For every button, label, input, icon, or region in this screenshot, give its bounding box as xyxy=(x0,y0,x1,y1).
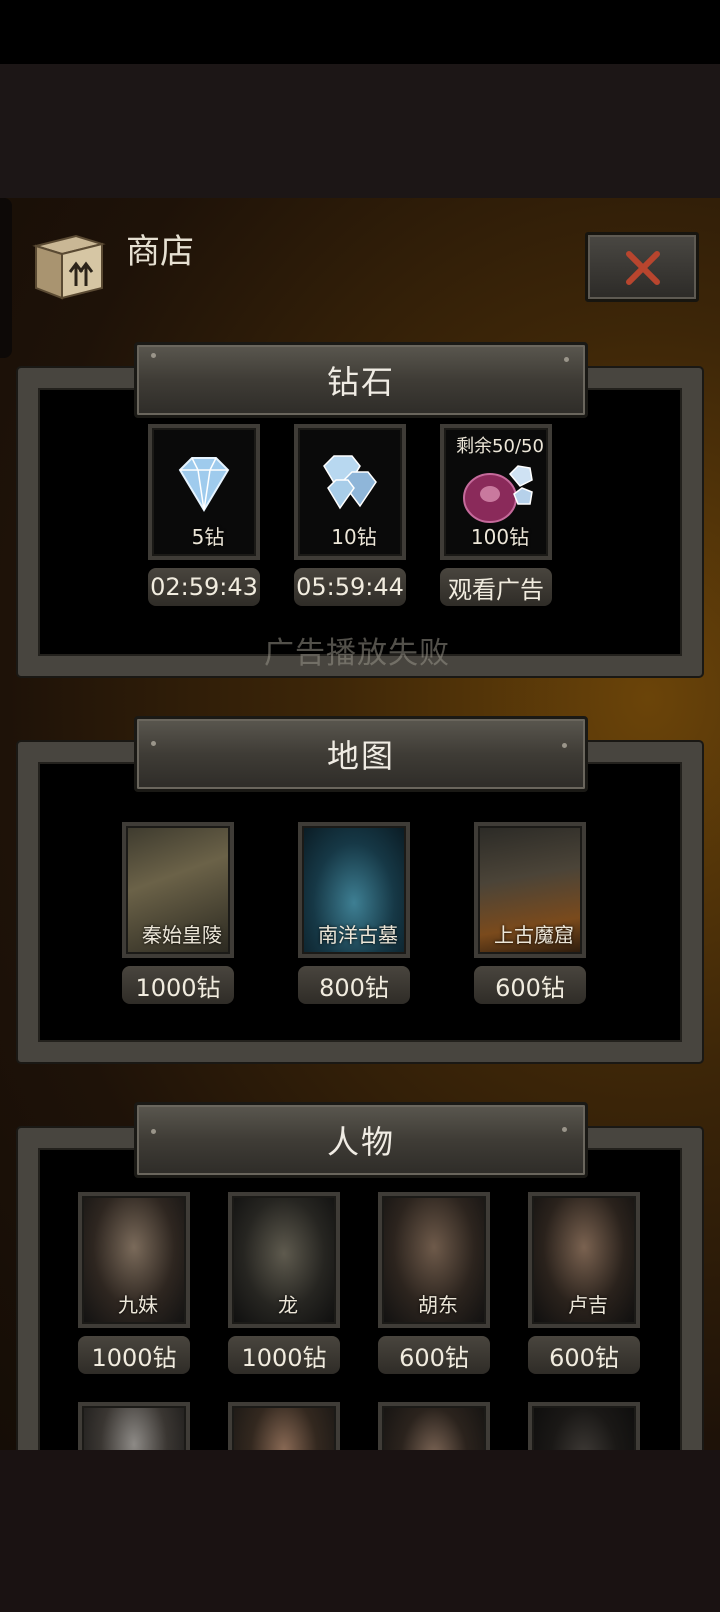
portrait: 卢吉 xyxy=(528,1192,640,1328)
item-label: 上古魔窟 xyxy=(494,923,574,947)
map-thumb: 南洋古墓 xyxy=(298,822,410,958)
section-banner: 钻石 xyxy=(134,342,588,418)
portrait xyxy=(378,1402,490,1450)
item-label: 胡东 xyxy=(418,1293,458,1317)
close-button[interactable] xyxy=(585,232,699,302)
item-thumb: 5钻 xyxy=(148,424,260,560)
item-thumb: 10钻 xyxy=(294,424,406,560)
item-label: 100钻 xyxy=(470,525,530,549)
watch-ad-button[interactable]: 观看广告 xyxy=(440,568,552,606)
toast-message: 广告播放失败 xyxy=(264,636,450,671)
panel-edge xyxy=(0,198,12,358)
portrait xyxy=(78,1402,190,1450)
close-icon xyxy=(626,251,660,285)
item-price: 600钻 xyxy=(528,1336,640,1374)
shop-title: 商店 xyxy=(126,232,194,272)
map-thumb: 上古魔窟 xyxy=(474,822,586,958)
map-thumb: 秦始皇陵 xyxy=(122,822,234,958)
section-character: 人物 九妹 1000钻 龙 1000钻 胡东 600钻 卢吉 600钻 xyxy=(18,1102,702,1450)
portrait: 九妹 xyxy=(78,1192,190,1328)
portrait: 胡东 xyxy=(378,1192,490,1328)
portrait xyxy=(228,1402,340,1450)
item-timer: 05:59:44 xyxy=(294,568,406,606)
shop-panel: 商店 钻石 5钻 02:59:43 10钻 05:59:44 剩余50/50 1… xyxy=(0,198,720,1450)
item-price: 600钻 xyxy=(474,966,586,1004)
item-label: 10钻 xyxy=(331,525,377,549)
item-price: 800钻 xyxy=(298,966,410,1004)
portrait xyxy=(528,1402,640,1450)
box-icon xyxy=(32,234,106,300)
section-title: 人物 xyxy=(326,1123,395,1161)
item-label: 龙 xyxy=(278,1293,298,1317)
section-banner: 地图 xyxy=(134,716,588,792)
item-price: 1000钻 xyxy=(78,1336,190,1374)
item-label: 卢吉 xyxy=(568,1293,608,1317)
portrait: 龙 xyxy=(228,1192,340,1328)
section-map: 地图 秦始皇陵 1000钻 南洋古墓 800钻 上古魔窟 600钻 xyxy=(18,716,702,1062)
item-label: 5钻 xyxy=(191,525,225,549)
top-overlay xyxy=(0,64,720,198)
section-diamond: 钻石 5钻 02:59:43 10钻 05:59:44 剩余50/50 100钻… xyxy=(18,342,702,676)
item-label: 南洋古墓 xyxy=(318,923,398,947)
section-title: 地图 xyxy=(326,737,395,775)
item-price: 1000钻 xyxy=(122,966,234,1004)
bottom-overlay xyxy=(0,1450,720,1612)
item-timer: 02:59:43 xyxy=(148,568,260,606)
item-label: 九妹 xyxy=(118,1293,158,1317)
section-title: 钻石 xyxy=(326,363,395,401)
section-banner: 人物 xyxy=(134,1102,588,1178)
item-price: 600钻 xyxy=(378,1336,490,1374)
item-price: 1000钻 xyxy=(228,1336,340,1374)
item-thumb: 剩余50/50 100钻 xyxy=(440,424,552,560)
item-label: 秦始皇陵 xyxy=(142,923,222,947)
status-bar xyxy=(0,0,720,64)
